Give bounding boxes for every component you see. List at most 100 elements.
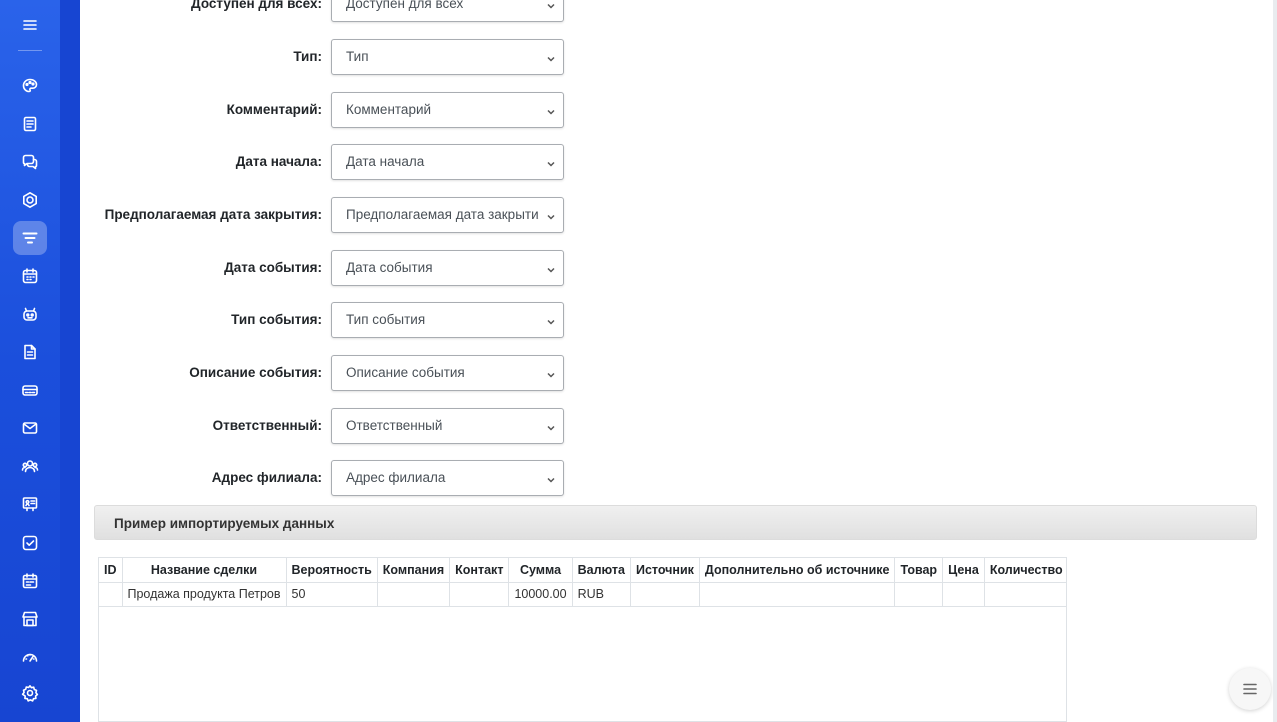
field-label: Доступен для всех:	[191, 0, 322, 11]
list-menu-button[interactable]	[1229, 668, 1271, 710]
form-row: Адрес филиала: Адрес филиала	[80, 460, 580, 496]
column-select[interactable]: Тип события	[331, 302, 564, 338]
calendar-icon[interactable]	[13, 259, 47, 293]
field-label: Адрес филиала:	[211, 470, 322, 485]
mail-icon[interactable]	[13, 411, 47, 445]
table-cell	[942, 582, 985, 607]
column-select[interactable]: Описание события	[331, 355, 564, 391]
form-row: Тип: Тип	[80, 39, 580, 75]
table-cell	[699, 582, 896, 607]
sidebar-divider	[18, 50, 42, 51]
form-row: Комментарий: Комментарий	[80, 92, 580, 128]
column-header: Сумма	[508, 558, 573, 583]
column-header: Вероятность	[286, 558, 378, 583]
select-value: Тип события	[346, 312, 426, 327]
form-row: Тип события: Тип события	[80, 302, 580, 338]
column-header: Название сделки	[122, 558, 287, 583]
table-cell: Продажа продукта Петров	[122, 582, 287, 607]
field-label: Тип:	[293, 49, 322, 64]
select-value: Доступен для всех	[346, 0, 464, 11]
column-select[interactable]: Тип	[331, 39, 564, 75]
column-header: ID	[99, 558, 123, 583]
column-select[interactable]: Дата события	[331, 250, 564, 286]
preview-table-container: ID Название сделки Вероятность Компания Конт…	[98, 557, 1067, 722]
select-value: Тип	[346, 49, 369, 64]
table-cell	[984, 582, 1066, 607]
field-label: Дата начала:	[235, 154, 322, 169]
form-row: Описание события: Описание события	[80, 355, 580, 391]
column-select[interactable]: Ответственный	[331, 408, 564, 444]
document-icon[interactable]	[13, 107, 47, 141]
field-label: Комментарий:	[226, 102, 322, 117]
filter-icon[interactable]	[13, 221, 47, 255]
column-select[interactable]: Доступен для всех	[331, 0, 564, 22]
chevron-down-icon	[545, 263, 557, 275]
select-value: Предполагаемая дата закрытия	[346, 207, 539, 222]
column-select[interactable]: Предполагаемая дата закрытия	[331, 197, 564, 233]
sidebar	[0, 0, 60, 722]
column-header: Товар	[894, 558, 944, 583]
menu-icon[interactable]	[14, 12, 46, 38]
preview-section-title: Пример импортируемых данных	[114, 516, 335, 531]
checkbox-icon[interactable]	[13, 526, 47, 560]
preview-section-header: Пример импортируемых данных	[94, 505, 1257, 540]
scrollbar-track[interactable]	[1273, 0, 1277, 722]
chevron-down-icon	[545, 52, 557, 64]
field-label: Описание события:	[189, 365, 322, 380]
form-row: Предполагаемая дата закрытия: Предполагае…	[80, 197, 580, 233]
field-label: Тип события:	[231, 312, 322, 327]
chevron-down-icon	[545, 368, 557, 380]
hexagon-icon[interactable]	[13, 183, 47, 217]
store-icon[interactable]	[13, 602, 47, 636]
table-cell	[449, 582, 510, 607]
speedometer-icon[interactable]	[13, 640, 47, 674]
chevron-down-icon	[545, 315, 557, 327]
column-header: Валюта	[572, 558, 631, 583]
field-label: Предполагаемая дата закрытия:	[104, 207, 322, 222]
chevron-down-icon	[545, 473, 557, 485]
table-cell	[99, 582, 123, 607]
select-value: Описание события	[346, 365, 465, 380]
form-row: Дата начала: Дата начала	[80, 144, 580, 180]
column-select[interactable]: Адрес филиала	[331, 460, 564, 496]
column-select[interactable]: Дата начала	[331, 144, 564, 180]
card-icon[interactable]	[13, 373, 47, 407]
column-header: Дополнительно об источнике	[699, 558, 896, 583]
column-header: Цена	[942, 558, 985, 583]
form-row: Ответственный: Ответственный	[80, 408, 580, 444]
schedule-icon[interactable]	[13, 564, 47, 598]
presentation-icon[interactable]	[13, 487, 47, 521]
select-value: Комментарий	[346, 102, 432, 117]
palette-icon[interactable]	[13, 69, 47, 103]
select-value: Адрес филиала	[346, 470, 446, 485]
form-row: Дата события: Дата события	[80, 250, 580, 286]
table-cell: RUB	[572, 582, 631, 607]
chevron-down-icon	[545, 0, 557, 11]
table-cell: 10000.00	[508, 582, 573, 607]
table-header-row: ID Название сделки Вероятность Компания Конт…	[99, 558, 1066, 583]
select-value: Дата события	[346, 260, 433, 275]
file-icon[interactable]	[13, 335, 47, 369]
select-value: Дата начала	[346, 154, 425, 169]
table-cell	[630, 582, 700, 607]
table-row: Продажа продукта Петров 50 10000.00 RUB	[99, 582, 1066, 607]
settings-icon[interactable]	[13, 676, 47, 710]
form-row: Доступен для всех: Доступен для всех	[80, 0, 580, 22]
table-cell	[377, 582, 451, 607]
sidebar-edge	[60, 0, 80, 722]
table-cell	[894, 582, 944, 607]
chevron-down-icon	[545, 105, 557, 117]
users-icon[interactable]	[13, 449, 47, 483]
preview-table: ID Название сделки Вероятность Компания Конт…	[99, 558, 1066, 607]
field-label: Дата события:	[224, 260, 322, 275]
field-label: Ответственный:	[212, 418, 322, 433]
select-value: Ответственный	[346, 418, 443, 433]
column-header: Контакт	[449, 558, 510, 583]
column-header: Компания	[377, 558, 451, 583]
column-header: Источник	[630, 558, 700, 583]
column-select[interactable]: Комментарий	[331, 92, 564, 128]
chevron-down-icon	[545, 210, 557, 222]
chevron-down-icon	[545, 157, 557, 169]
chat-icon[interactable]	[13, 145, 47, 179]
robot-icon[interactable]	[13, 297, 47, 331]
